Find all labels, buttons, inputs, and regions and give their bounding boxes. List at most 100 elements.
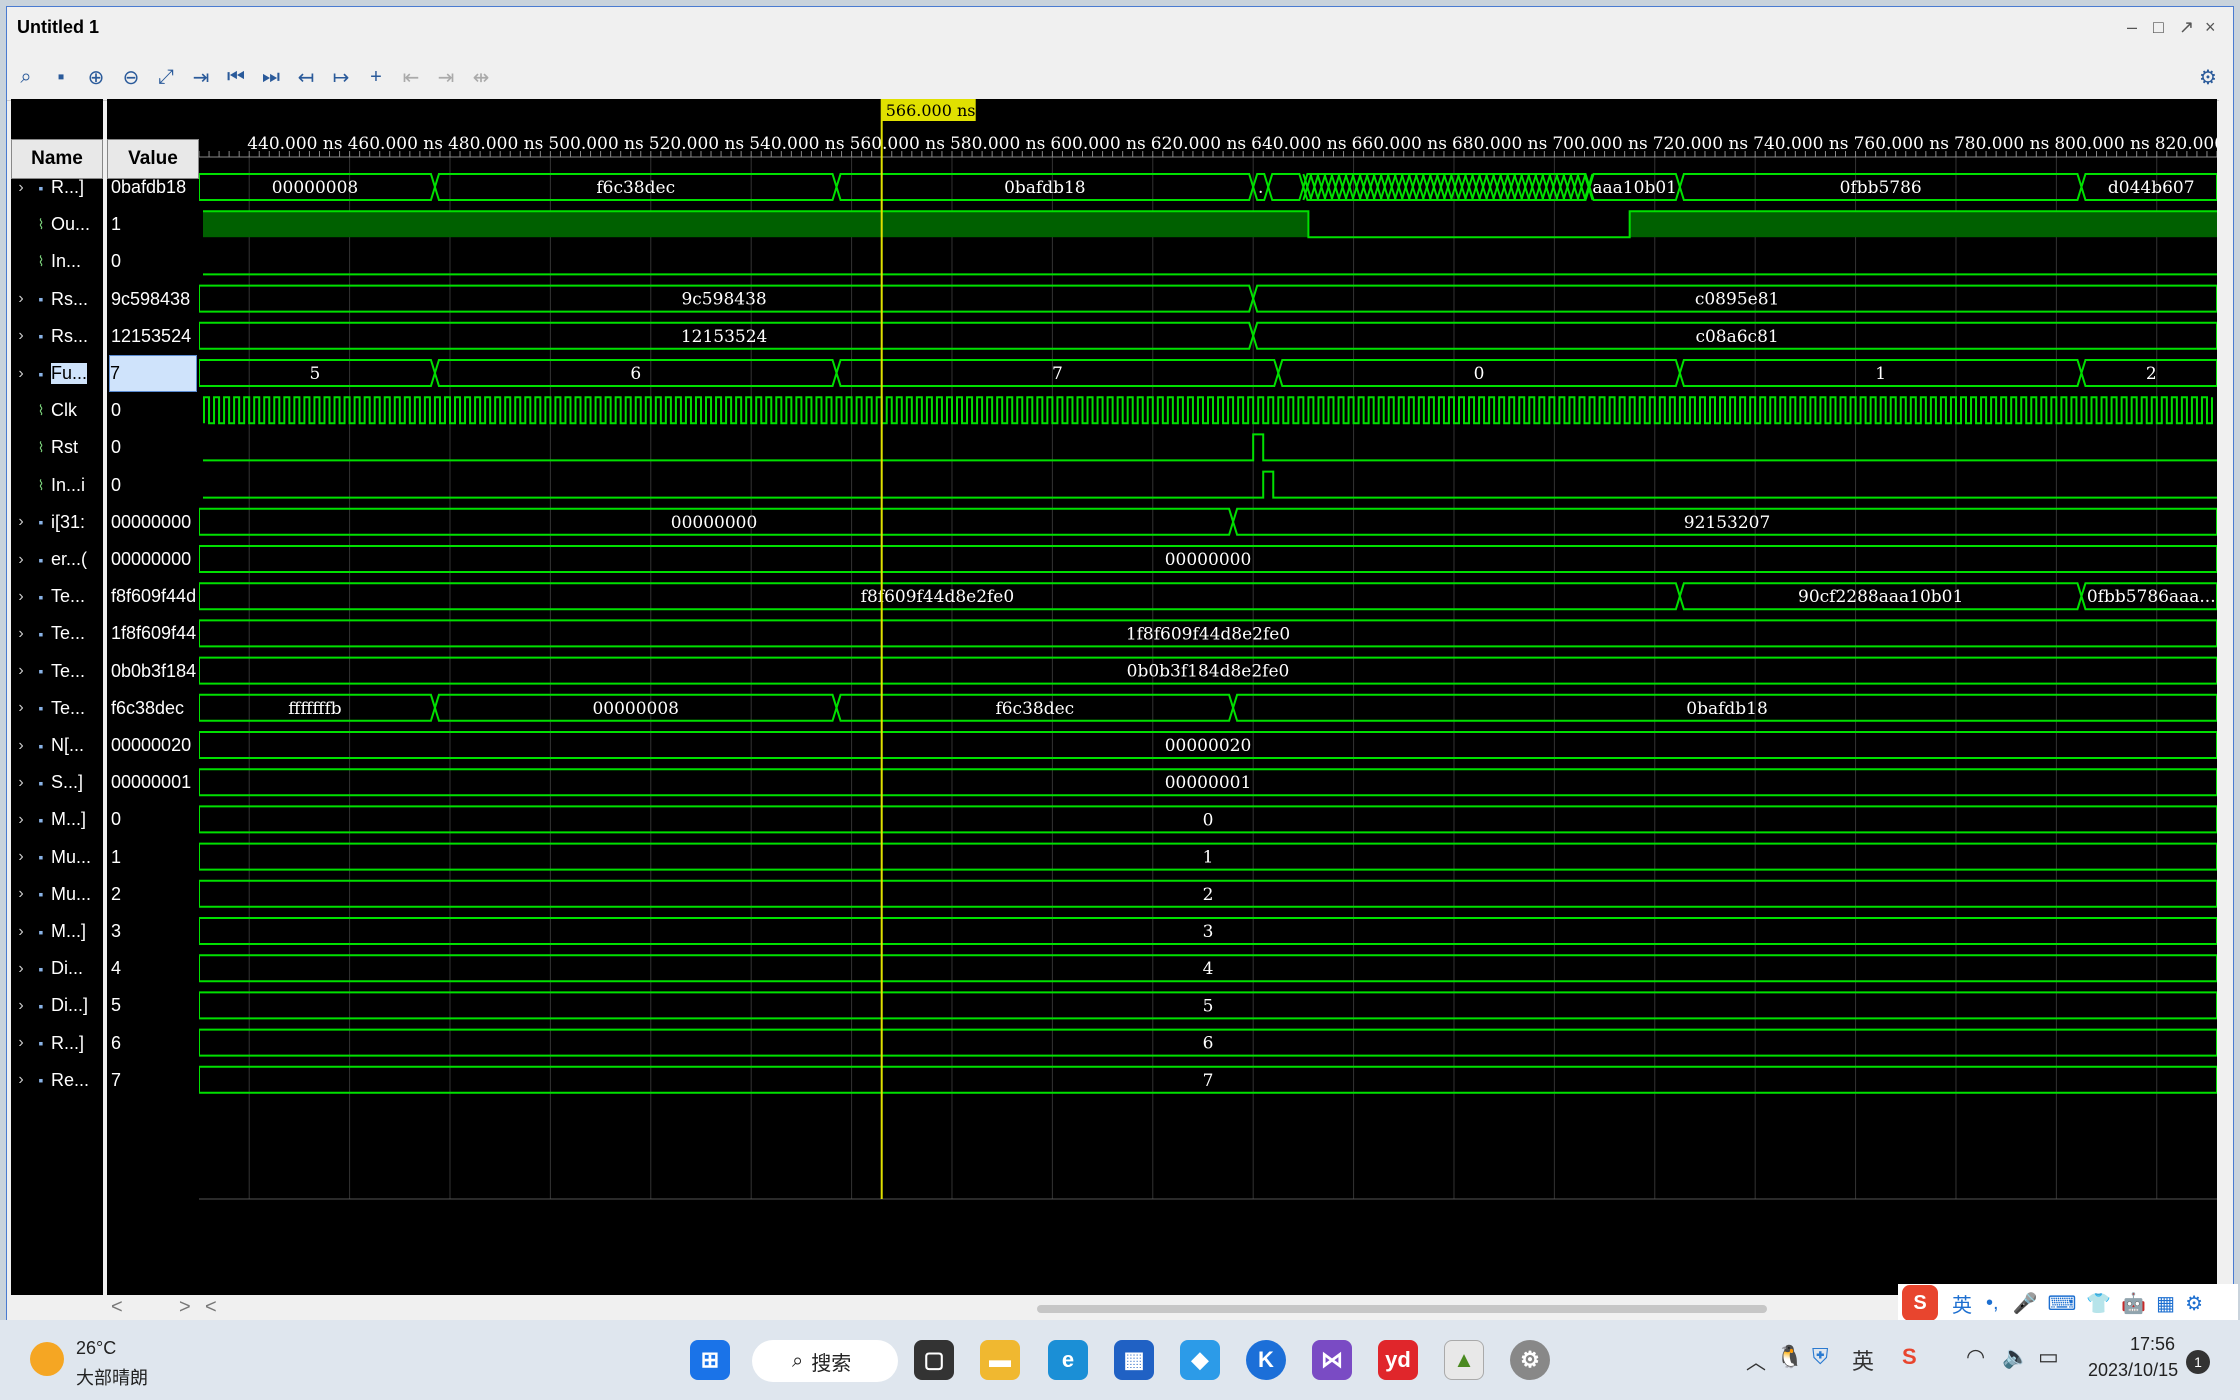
waveform-area[interactable]: 440.000 ns 460.000 ns 480.000 ns 500.000 ns… [198, 99, 2240, 1295]
signal-value[interactable]: 7 [111, 1062, 199, 1099]
search-icon[interactable]: ⌕ [11, 63, 41, 91]
signal-name-row[interactable]: › ▪ Rs... [11, 318, 103, 355]
add-marker-icon[interactable]: + [361, 63, 391, 91]
ime-toolbar[interactable]: S 英 •, 🎤 ⌨ 👕 🤖 ▦ ⚙ [1898, 1284, 2238, 1322]
waveform-canvas[interactable]: 440.000 ns 460.000 ns 480.000 ns 500.000 ns… [198, 99, 2240, 1295]
microphone-icon[interactable]: 🎤 [2013, 1291, 2038, 1316]
expand-chevron-icon[interactable]: › [11, 179, 31, 197]
signal-value[interactable]: 0 [111, 429, 199, 466]
signal-name-row[interactable]: › ▪ Re... [11, 1062, 103, 1099]
minimize-button[interactable]: – [2127, 17, 2137, 38]
signal-name-row[interactable]: ⌇ In...i [11, 467, 103, 504]
float-button[interactable]: ↗ [2179, 17, 2194, 38]
signal-value[interactable]: 00000020 [111, 727, 199, 764]
maximize-button[interactable]: □ [2153, 17, 2164, 38]
kook-icon[interactable]: K [1246, 1340, 1286, 1380]
file-explorer-icon[interactable]: ▬ [980, 1340, 1020, 1380]
qq-icon[interactable]: 🐧 [1776, 1344, 1803, 1370]
signal-value[interactable]: 5 [111, 987, 199, 1024]
vivado-icon[interactable]: ▲ [1444, 1340, 1484, 1380]
signal-name-row[interactable]: › ▪ i[31: [11, 504, 103, 541]
signal-name-row[interactable]: › ▪ Te... [11, 653, 103, 690]
signal-name-row[interactable]: › ▪ N[... [11, 727, 103, 764]
expand-chevron-icon[interactable]: › [11, 1034, 31, 1052]
signal-value[interactable]: 6 [111, 1025, 199, 1062]
clock-time[interactable]: 17:56 [2130, 1334, 2175, 1355]
signal-value[interactable]: 0 [111, 801, 199, 838]
signal-value[interactable]: 0 [111, 392, 199, 429]
youdao-icon[interactable]: yd [1378, 1340, 1418, 1380]
expand-chevron-icon[interactable]: › [11, 662, 31, 680]
expand-chevron-icon[interactable]: › [11, 327, 31, 345]
close-button[interactable]: × [2205, 17, 2216, 38]
edge-icon[interactable]: e [1048, 1340, 1088, 1380]
signal-value[interactable]: 3 [111, 913, 199, 950]
signal-name-row[interactable]: › ▪ M...] [11, 801, 103, 838]
signal-name-row[interactable]: › ▪ Di...] [11, 987, 103, 1024]
security-icon[interactable]: ⛨ [1812, 1344, 1829, 1370]
signal-name-row[interactable]: › ▪ Te... [11, 578, 103, 615]
signal-name-row[interactable]: › ▪ Te... [11, 690, 103, 727]
clock-date[interactable]: 2023/10/15 [2088, 1360, 2178, 1381]
expand-chevron-icon[interactable]: › [11, 811, 31, 829]
battery-icon[interactable]: ▭ [2038, 1344, 2059, 1370]
signal-value[interactable]: 0 [111, 243, 199, 280]
go-to-end-icon[interactable]: ⏭ [256, 63, 286, 91]
search-box[interactable]: ⌕ 搜索 [752, 1340, 898, 1382]
go-to-cursor-icon[interactable]: ⇥ [186, 63, 216, 91]
expand-chevron-icon[interactable]: › [11, 588, 31, 606]
expand-chevron-icon[interactable]: › [11, 1071, 31, 1089]
expand-chevron-icon[interactable]: › [11, 513, 31, 531]
signal-name-row[interactable]: ⌇ Rst [11, 429, 103, 466]
signal-name-row[interactable]: › ▪ R...] [11, 169, 103, 206]
expand-chevron-icon[interactable]: › [11, 551, 31, 569]
scroll-left-icon[interactable]: < [111, 1296, 123, 1319]
expand-chevron-icon[interactable]: › [11, 997, 31, 1015]
signal-value[interactable]: 00000000 [111, 504, 199, 541]
signal-value[interactable]: 9c598438 [111, 281, 199, 318]
signal-name-row[interactable]: › ▪ S...] [11, 764, 103, 801]
signal-value[interactable]: 1f8f609f44 [111, 615, 199, 652]
copilot-icon[interactable]: ◆ [1180, 1340, 1220, 1380]
expand-chevron-icon[interactable]: › [11, 960, 31, 978]
signal-name-row[interactable]: › ▪ M...] [11, 913, 103, 950]
volume-icon[interactable]: 🔈 [2002, 1344, 2029, 1370]
signal-value[interactable]: 12153524 [111, 318, 199, 355]
swap-cursors-icon[interactable]: ⇹ [466, 63, 496, 91]
punctuation-icon[interactable]: •, [1986, 1292, 1999, 1315]
notification-badge[interactable]: 1 [2186, 1350, 2210, 1374]
signal-value[interactable]: f6c38dec [111, 690, 199, 727]
signal-value[interactable]: 0b0b3f184 [111, 653, 199, 690]
zoom-in-icon[interactable]: ⊕ [81, 63, 111, 91]
scroll-right-icon[interactable]: > [179, 1296, 191, 1319]
signal-name-row[interactable]: › ▪ Di... [11, 950, 103, 987]
zoom-fit-icon[interactable]: ⤢ [151, 63, 181, 91]
signal-value[interactable]: 4 [111, 950, 199, 987]
start-icon[interactable]: ⊞ [690, 1340, 730, 1380]
signal-name-row[interactable]: › ▪ er...( [11, 541, 103, 578]
expand-chevron-icon[interactable]: › [11, 885, 31, 903]
zoom-out-icon[interactable]: ⊖ [116, 63, 146, 91]
sogou-tray-icon[interactable]: S [1902, 1344, 1917, 1370]
expand-chevron-icon[interactable]: › [11, 848, 31, 866]
settings-icon[interactable]: ⚙ [2193, 63, 2223, 91]
weather-icon[interactable] [30, 1342, 64, 1376]
signal-name-row[interactable]: › ▪ Rs... [11, 281, 103, 318]
expand-chevron-icon[interactable]: › [11, 774, 31, 792]
signal-value[interactable]: 00000000 [111, 541, 199, 578]
signal-value[interactable]: 0bafdb18 [111, 169, 199, 206]
ime-language[interactable]: 英 [1952, 1289, 1972, 1318]
next-transition-icon[interactable]: ↦ [326, 63, 356, 91]
visual-studio-icon[interactable]: ⋈ [1312, 1340, 1352, 1380]
expand-chevron-icon[interactable]: › [11, 290, 31, 308]
ime-tray-icon[interactable]: 英 [1852, 1344, 1874, 1376]
expand-chevron-icon[interactable]: › [11, 923, 31, 941]
expand-chevron-icon[interactable]: › [11, 365, 31, 383]
app-icon[interactable]: ⚙ [1510, 1340, 1550, 1380]
expand-chevron-icon[interactable]: › [11, 625, 31, 643]
signal-name-row[interactable]: › ▪ Mu... [11, 839, 103, 876]
previous-transition-icon[interactable]: ↤ [291, 63, 321, 91]
signal-name-row[interactable]: ⌇ Ou... [11, 206, 103, 243]
weather-desc[interactable]: 大部晴朗 [76, 1364, 148, 1390]
next-marker-icon[interactable]: ⇥ [431, 63, 461, 91]
